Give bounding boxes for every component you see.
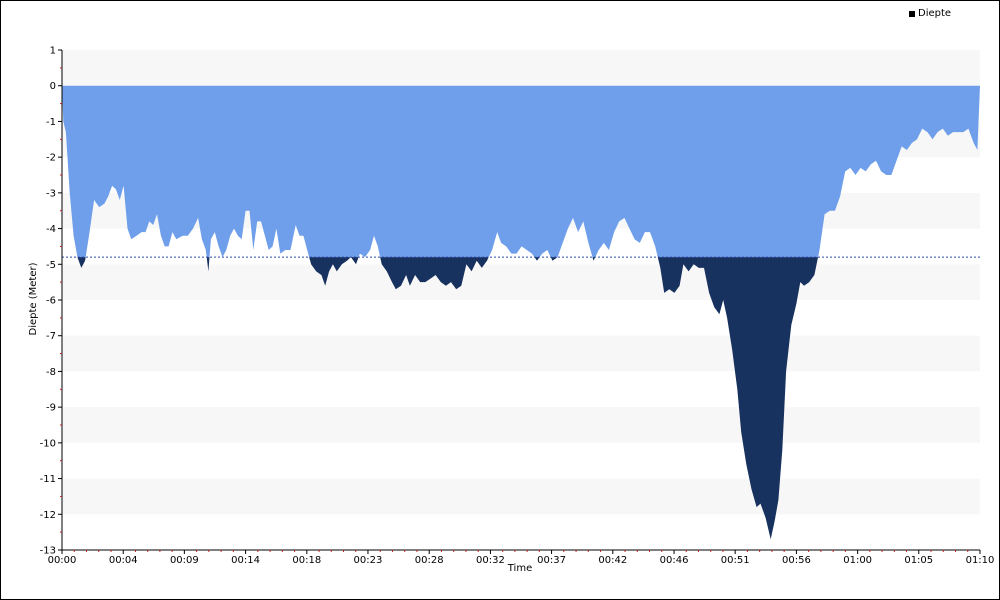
- y-tick-label: -9: [46, 403, 56, 414]
- y-tick-label: -4: [46, 224, 56, 235]
- grid-band: [62, 50, 980, 86]
- x-tick-label: 00:56: [782, 555, 811, 566]
- x-tick-label: 00:18: [292, 555, 321, 566]
- x-tick-label: 00:46: [660, 555, 689, 566]
- x-tick-label: 01:05: [904, 555, 933, 566]
- y-tick-label: -1: [46, 117, 56, 128]
- grid-band: [62, 335, 980, 372]
- x-tick-label: 01:10: [966, 555, 995, 566]
- y-tick-label: 0: [50, 81, 56, 92]
- x-axis-label: Time: [507, 563, 532, 574]
- legend-label: Diepte: [918, 8, 952, 19]
- x-tick-label: 00:09: [170, 555, 199, 566]
- depth-chart: 10-1-2-3-4-5-6-7-8-9-10-11-12-13 00:00 00…: [28, 46, 995, 575]
- x-tick-label: 00:00: [48, 555, 77, 566]
- grid-band: [62, 478, 980, 515]
- y-tick-label: -8: [46, 367, 56, 378]
- x-tick-label: 00:14: [231, 555, 260, 566]
- y-tick-label: -7: [46, 331, 56, 342]
- y-tick-label: -6: [46, 296, 56, 307]
- legend-swatch-icon: [909, 10, 915, 17]
- x-tick-label: 00:28: [415, 555, 444, 566]
- grid-band: [62, 264, 980, 300]
- x-tick-label: 00:04: [109, 555, 138, 566]
- x-tick-label: 01:00: [843, 555, 872, 566]
- x-tick-label: 00:51: [721, 555, 750, 566]
- y-tick-label: -5: [46, 260, 56, 271]
- y-tick-label: -2: [46, 153, 56, 164]
- grid-band: [62, 407, 980, 443]
- x-tick-label: 00:37: [537, 555, 566, 566]
- y-tick-label: -3: [46, 188, 56, 199]
- y-axis-label: Diepte (Meter): [28, 262, 39, 335]
- x-tick-label: 00:32: [476, 555, 505, 566]
- legend: Diepte: [909, 8, 951, 19]
- depth-area-above-threshold: [62, 85, 980, 258]
- y-tick-label: -12: [40, 510, 56, 521]
- y-ticks: 10-1-2-3-4-5-6-7-8-9-10-11-12-13: [40, 46, 62, 557]
- x-tick-label: 00:23: [354, 555, 383, 566]
- x-tick-label: 00:42: [598, 555, 627, 566]
- y-tick-label: -11: [40, 474, 56, 485]
- y-tick-label: 1: [50, 46, 56, 57]
- y-tick-label: -10: [40, 438, 56, 449]
